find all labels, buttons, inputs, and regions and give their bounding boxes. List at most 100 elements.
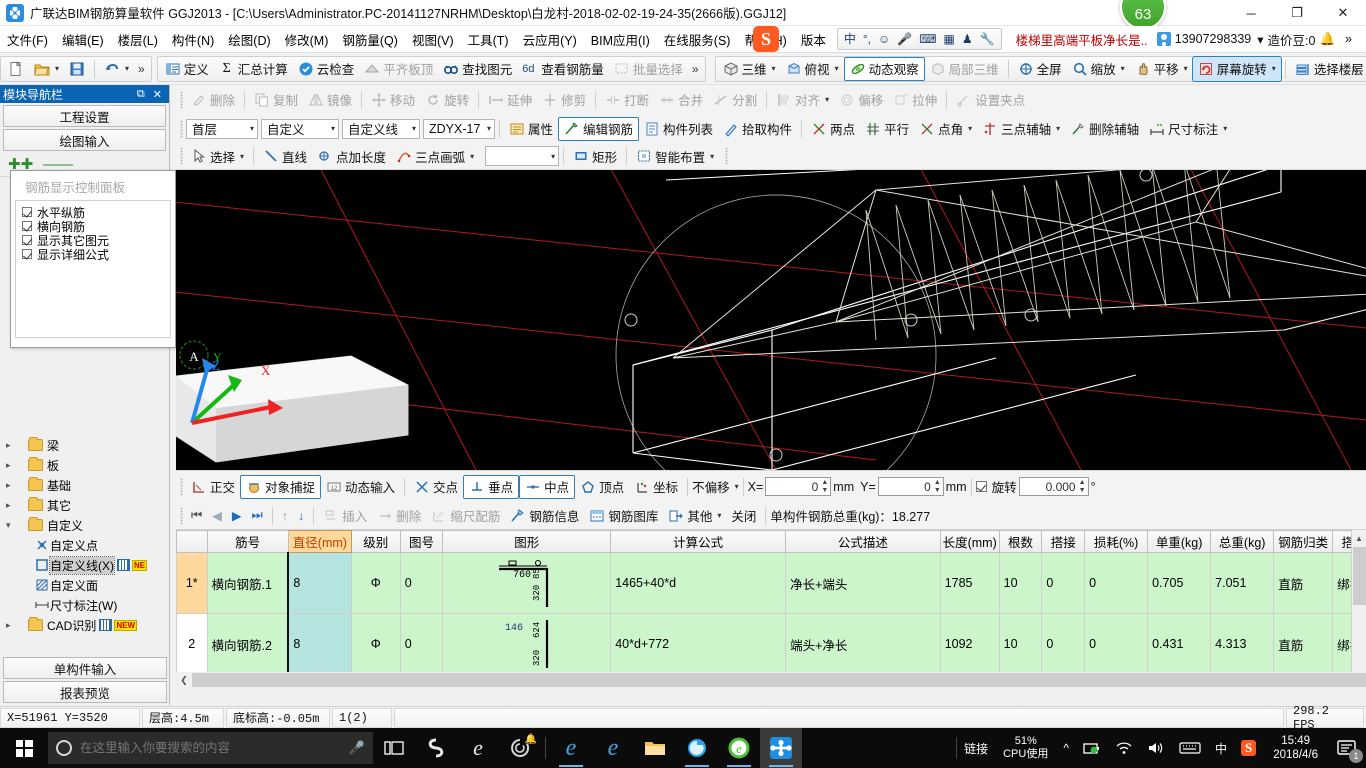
delete-row-button[interactable]: 删除: [372, 504, 426, 528]
three-point-axis-caret-icon[interactable]: ▾: [1056, 124, 1060, 133]
row-index[interactable]: 1*: [176, 552, 208, 614]
cell-fig-no[interactable]: 0: [399, 552, 444, 614]
delete-button[interactable]: 删除: [186, 88, 240, 112]
floor-combo[interactable]: 首层 ▾: [186, 118, 258, 139]
define-button[interactable]: 定义: [160, 57, 214, 81]
edit-rebar-button[interactable]: 编辑钢筋: [558, 116, 640, 141]
th-lap[interactable]: 搭接: [1041, 530, 1086, 553]
cell-formula-desc[interactable]: 端头+净长: [785, 613, 941, 675]
new-button[interactable]: [3, 57, 29, 81]
th-figure[interactable]: 图形: [442, 530, 612, 553]
zoom-button[interactable]: 缩放 ▾: [1067, 57, 1130, 81]
toolbar4-grip-end[interactable]: [725, 147, 729, 165]
zoom-caret-icon[interactable]: ▾: [1121, 64, 1125, 73]
type-combo[interactable]: 自定义线 ▾: [342, 118, 420, 139]
dimension-button[interactable]: 尺寸标注 ▾: [1144, 117, 1232, 141]
nav-first-button[interactable]: ⏮: [186, 504, 207, 528]
cell-figure[interactable]: 760 85 320: [442, 552, 612, 614]
taskbar-app-browser-blue[interactable]: [676, 728, 718, 768]
two-point-button[interactable]: 两点: [806, 117, 860, 141]
chevron-right-icon[interactable]: ▸: [6, 500, 18, 511]
smart-layout-caret-icon[interactable]: ▾: [710, 152, 714, 161]
cell-figure[interactable]: 146 624 320: [442, 613, 612, 675]
cell-length[interactable]: 1092: [939, 613, 1000, 675]
volume-icon[interactable]: [1140, 728, 1172, 768]
th-length[interactable]: 长度(mm): [939, 530, 1000, 553]
tree-node-other[interactable]: ▸ 其它: [0, 495, 170, 515]
pan-button[interactable]: 平移 ▾: [1130, 57, 1193, 81]
three-d-button[interactable]: 三维 ▾: [718, 57, 781, 81]
undo-caret-icon[interactable]: ▾: [125, 64, 129, 73]
nav-prev-button[interactable]: ◀: [207, 504, 227, 528]
component-list-button[interactable]: 构件列表: [639, 117, 718, 141]
menu-file[interactable]: 文件(F): [0, 27, 55, 52]
save-button[interactable]: [64, 57, 90, 81]
extend-button[interactable]: 延伸: [483, 88, 537, 112]
three-point-arc-caret-icon[interactable]: ▾: [470, 152, 474, 161]
category-combo[interactable]: 自定义 ▾: [261, 118, 339, 139]
move-down-button[interactable]: ↓: [293, 504, 309, 528]
menu-edit[interactable]: 编辑(E): [55, 27, 111, 52]
snap-perpendicular[interactable]: 垂点: [463, 474, 520, 499]
component-combo[interactable]: ZDYX-17 ▾: [423, 118, 495, 139]
rebar-table[interactable]: 筋号 直径(mm) 级别 图号 图形 计算公式 公式描述 长度(mm) 根数 搭…: [176, 530, 1366, 682]
x-input[interactable]: 0 ▲ ▼: [765, 477, 832, 496]
chevron-down-icon[interactable]: ▾: [412, 124, 416, 133]
rotate-input[interactable]: 0.000 ▲ ▼: [1018, 477, 1089, 496]
cell-rebar-no[interactable]: 横向钢筋.1: [206, 552, 289, 614]
rectangle-tool-button[interactable]: 矩形: [568, 144, 622, 168]
snap-midpoint[interactable]: 中点: [519, 474, 576, 499]
collapse-all-icon[interactable]: ——: [43, 157, 73, 172]
cell-formula[interactable]: 1465+40*d: [610, 552, 787, 614]
rotate-checkbox[interactable]: [975, 481, 987, 492]
delete-axis-button[interactable]: 删除辅轴: [1065, 117, 1144, 141]
quick-access-overflow-icon[interactable]: »: [134, 62, 149, 76]
close-button[interactable]: ✕: [1320, 0, 1366, 26]
tree-node-custom-face[interactable]: 自定义面: [0, 575, 170, 595]
open-button[interactable]: ▾: [29, 57, 64, 81]
ime-punct-icon[interactable]: °,: [863, 33, 871, 45]
minimize-button[interactable]: ─: [1228, 0, 1274, 26]
th-diameter[interactable]: 直径(mm): [287, 530, 352, 553]
chevron-down-icon[interactable]: ▾: [6, 520, 18, 531]
cell-rebar-class[interactable]: 直筋: [1273, 552, 1334, 614]
chevron-right-icon[interactable]: ▸: [6, 440, 18, 451]
cell-lap[interactable]: 0: [1041, 613, 1086, 675]
tray-expand-icon[interactable]: ^: [1056, 728, 1076, 768]
fullscreen-button[interactable]: 全屏: [1013, 57, 1067, 81]
select-tool-button[interactable]: 选择 ▾: [186, 144, 249, 168]
smart-layout-button[interactable]: 智能布置 ▾: [631, 144, 719, 168]
menu-online-service[interactable]: 在线服务(S): [657, 27, 738, 52]
parallel-button[interactable]: 平行: [860, 117, 914, 141]
chevron-down-icon[interactable]: ▾: [250, 124, 254, 133]
expand-all-icon[interactable]: ✚✚: [8, 157, 33, 172]
chevron-down-icon[interactable]: ▾: [1257, 32, 1263, 47]
cell-lap[interactable]: 0: [1041, 552, 1086, 614]
open-caret-icon[interactable]: ▾: [55, 64, 59, 73]
ime-keyboard-icon[interactable]: ⌨: [919, 33, 936, 45]
chevron-right-icon[interactable]: ▸: [6, 620, 18, 631]
dimension-caret-icon[interactable]: ▾: [1223, 124, 1227, 133]
cell-total-weight[interactable]: 7.051: [1210, 552, 1275, 614]
snap-intersection[interactable]: 交点: [409, 475, 463, 499]
set-grip-button[interactable]: 设置夹点: [951, 88, 1030, 112]
cortana-icon[interactable]: [56, 740, 72, 756]
align-caret-icon[interactable]: ▾: [825, 95, 829, 104]
promo-text[interactable]: 楼梯里高端平板净长是..: [1016, 30, 1148, 49]
coin-label[interactable]: 造价豆:0: [1268, 30, 1316, 49]
ime-emoji-icon[interactable]: ☺: [878, 33, 890, 45]
table-vertical-scrollbar[interactable]: ▲: [1351, 530, 1366, 682]
top-view-caret-icon[interactable]: ▾: [835, 64, 839, 73]
tree-node-custom[interactable]: ▾ 自定义: [0, 515, 170, 535]
cpu-usage-widget[interactable]: 51% CPU使用: [995, 735, 1056, 761]
three-d-viewport[interactable]: A Y Z X: [176, 170, 1366, 470]
insert-row-button[interactable]: 插入: [318, 504, 372, 528]
menu-bim[interactable]: BIM应用(I): [584, 27, 657, 52]
ime-mic-icon[interactable]: 🎤: [897, 33, 912, 45]
cell-diameter[interactable]: 8: [287, 552, 352, 614]
menu-draw[interactable]: 绘图(D): [221, 27, 277, 52]
split-button[interactable]: 分割: [708, 88, 762, 112]
find-element-button[interactable]: 查找图元: [438, 57, 517, 81]
cell-fig-no[interactable]: 0: [399, 613, 444, 675]
object-snap-toggle[interactable]: 对象捕捉: [240, 474, 322, 499]
